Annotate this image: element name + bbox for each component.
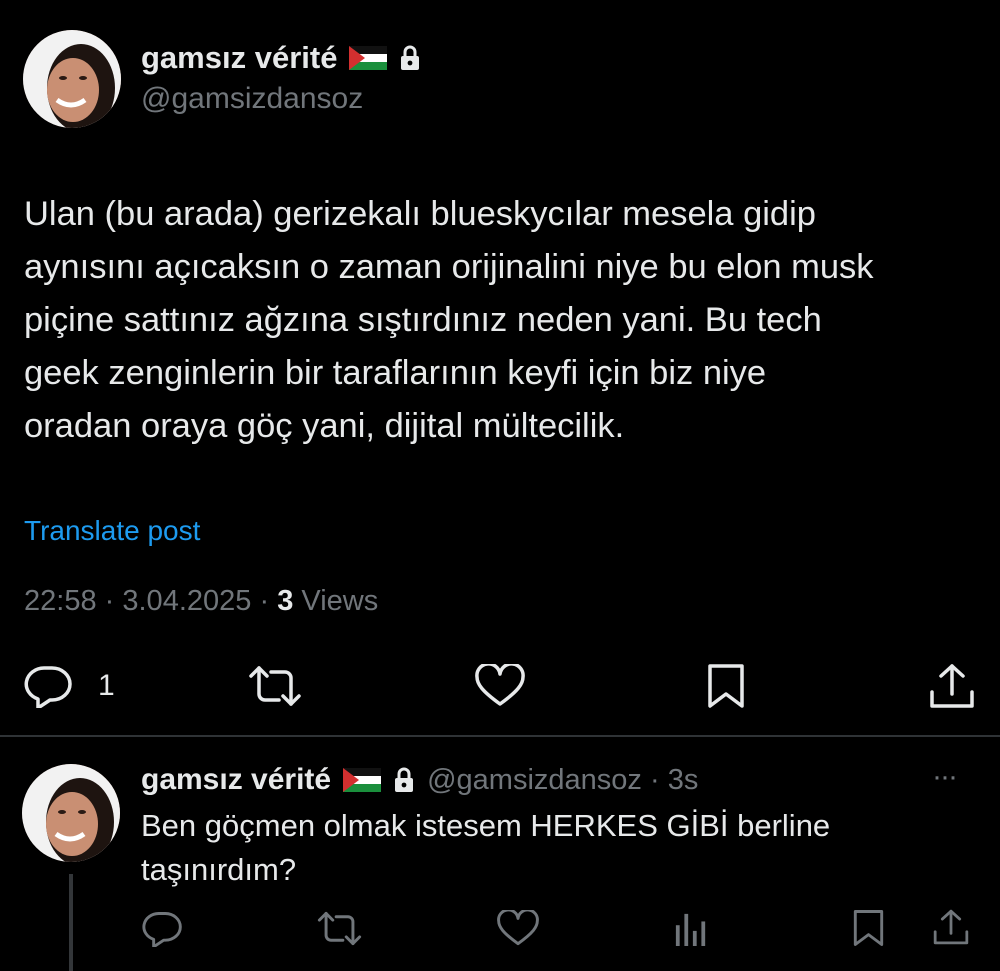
post-text-line: aynısını açıcaksın o zaman orijinalini n… bbox=[24, 248, 874, 286]
like-icon bbox=[496, 910, 540, 947]
bookmark-icon bbox=[852, 908, 885, 948]
lock-icon bbox=[399, 45, 421, 71]
share-icon bbox=[932, 908, 970, 946]
share-icon bbox=[928, 662, 976, 710]
reply-count: 1 bbox=[98, 669, 115, 702]
repost-icon bbox=[247, 664, 303, 708]
post-text-line: Ulan (bu arada) gerizekalı blueskycılar … bbox=[24, 195, 816, 233]
meta-separator: · bbox=[649, 763, 660, 796]
thread-line bbox=[69, 874, 73, 971]
reply-repost-button[interactable] bbox=[316, 910, 363, 947]
share-button[interactable] bbox=[928, 662, 976, 710]
reply-text-line: Ben göçmen olmak istesem HERKES GİBİ ber… bbox=[141, 808, 831, 843]
post-time[interactable]: 22:58 bbox=[24, 585, 97, 617]
reply-text: Ben göçmen olmak istesem HERKES GİBİ ber… bbox=[141, 804, 830, 892]
reply-bookmark-button[interactable] bbox=[852, 908, 885, 948]
divider bbox=[0, 735, 1000, 737]
post-text: Ulan (bu arada) gerizekalı blueskycılar … bbox=[24, 188, 874, 453]
display-name[interactable]: gamsız vérité bbox=[141, 40, 337, 76]
post-meta: 22:58 · 3.04.2025 · 3 Views bbox=[24, 585, 378, 618]
reply-reply-button[interactable] bbox=[142, 910, 182, 947]
post-text-line: oradan oraya göç yani, dijital mültecili… bbox=[24, 407, 625, 445]
reply-age[interactable]: 3s bbox=[668, 764, 699, 796]
repost-icon bbox=[316, 910, 363, 947]
reply-views-button[interactable] bbox=[674, 910, 708, 948]
post-date[interactable]: 3.04.2025 bbox=[122, 585, 251, 617]
reply-text-line: taşınırdım? bbox=[141, 852, 297, 887]
views-count: 3 bbox=[277, 585, 294, 617]
avatar[interactable] bbox=[23, 30, 121, 128]
handle[interactable]: @gamsizdansoz bbox=[141, 82, 363, 116]
flag-palestine-icon bbox=[343, 768, 382, 792]
reply-button[interactable]: 1 bbox=[24, 664, 115, 708]
flag-palestine-icon bbox=[349, 46, 388, 70]
like-button[interactable] bbox=[474, 664, 526, 708]
lock-icon bbox=[393, 767, 415, 793]
reply-icon bbox=[142, 910, 182, 947]
reply-handle[interactable]: @gamsizdansoz bbox=[427, 764, 642, 796]
like-icon bbox=[474, 664, 526, 708]
bookmark-button[interactable] bbox=[706, 662, 746, 710]
post-text-line: piçine sattınız ağzına sıştırdınız neden… bbox=[24, 301, 822, 339]
meta-separator: · bbox=[259, 585, 270, 617]
reply-avatar[interactable] bbox=[22, 764, 120, 862]
meta-separator: · bbox=[104, 585, 115, 617]
reply-like-button[interactable] bbox=[496, 910, 540, 947]
translate-post-link[interactable]: Translate post bbox=[24, 515, 200, 547]
post-text-line: geek zenginlerin bir taraflarının keyfi … bbox=[24, 354, 767, 392]
views-label: Views bbox=[301, 585, 379, 617]
reply-display-name[interactable]: gamsız vérité bbox=[141, 763, 331, 797]
repost-button[interactable] bbox=[247, 664, 303, 708]
more-icon[interactable]: ··· bbox=[932, 760, 958, 794]
views-icon bbox=[674, 910, 708, 948]
reply-share-button[interactable] bbox=[932, 908, 970, 946]
reply-icon bbox=[24, 664, 72, 708]
bookmark-icon bbox=[706, 662, 746, 710]
